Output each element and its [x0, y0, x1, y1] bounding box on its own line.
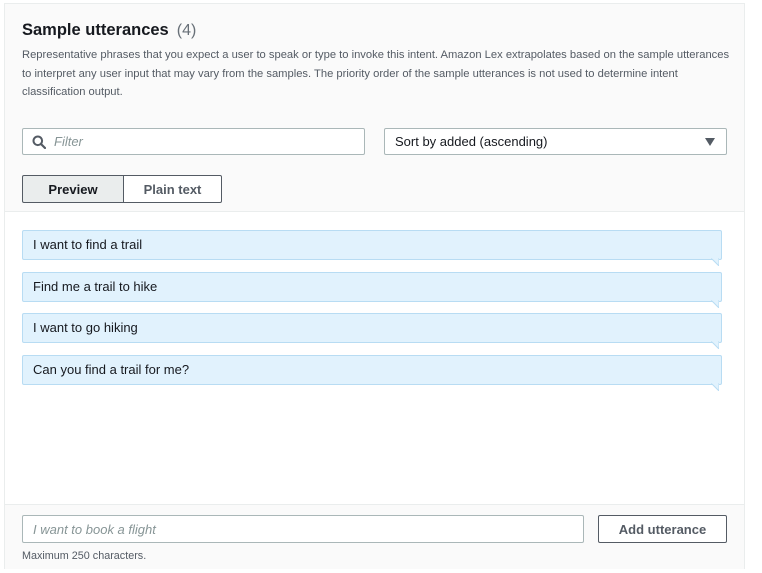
add-utterance-button[interactable]: Add utterance	[598, 515, 727, 543]
utterance-item[interactable]: I want to find a trail	[22, 230, 722, 266]
utterance-item[interactable]: I want to go hiking	[22, 313, 722, 349]
utterance-item[interactable]: Can you find a trail for me?	[22, 354, 722, 391]
plain-text-button[interactable]: Plain text	[124, 175, 222, 203]
filter-field[interactable]	[22, 128, 365, 155]
panel-header: Sample utterances (4) Representative phr…	[5, 4, 744, 120]
search-icon	[32, 135, 46, 149]
panel-title: Sample utterances	[22, 21, 169, 39]
preview-button[interactable]: Preview	[22, 175, 124, 203]
caret-down-icon	[705, 138, 715, 146]
bubble-tail-icon	[711, 382, 719, 391]
utterance-text: Can you find a trail for me?	[33, 361, 190, 377]
utterance-text: I want to find a trail	[33, 237, 143, 252]
sort-select[interactable]: Sort by added (ascending)	[384, 128, 727, 155]
sample-utterances-panel: Sample utterances (4) Representative phr…	[4, 3, 745, 569]
character-limit-hint: Maximum 250 characters.	[22, 550, 147, 562]
utterance-list: I want to find a trail Find me a trail t…	[22, 230, 722, 396]
view-toggle: Preview Plain text	[22, 175, 222, 203]
utterance-count: (4)	[176, 22, 197, 39]
utterance-item[interactable]: Find me a trail to hike	[22, 271, 722, 308]
title-row: Sample utterances (4)	[22, 21, 196, 43]
bubble-tail-icon	[711, 299, 719, 308]
panel-description: Representative phrases that you expect a…	[22, 49, 730, 98]
utterance-text: I want to go hiking	[33, 320, 138, 335]
utterance-text: Find me a trail to hike	[33, 278, 158, 294]
sort-selected-value: Sort by added (ascending)	[395, 134, 548, 149]
toolbar: Sort by added (ascending) Preview Plain …	[5, 119, 744, 212]
panel-footer: Add utterance Maximum 250 characters.	[5, 504, 744, 569]
bubble-tail-icon	[711, 258, 719, 266]
bubble-tail-icon	[711, 341, 719, 349]
filter-input[interactable]	[54, 132, 354, 151]
new-utterance-input[interactable]	[22, 515, 584, 543]
